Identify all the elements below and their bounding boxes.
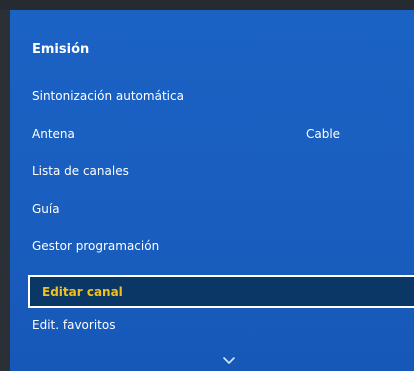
menu-item-edit-channel-label: Editar canal [42, 285, 123, 299]
chevron-down-icon-svg [223, 357, 235, 364]
chevron-down-icon[interactable] [222, 350, 236, 364]
tv-screen-background: Emisión Sintonización automática Antena … [0, 0, 414, 371]
panel-title: Emisión [32, 42, 90, 57]
antenna-value: Cable [306, 127, 341, 141]
menu-item-edit-channel[interactable]: Editar canal [28, 275, 414, 308]
menu-item-channel-list[interactable]: Lista de canales [32, 164, 129, 178]
menu-item-antenna[interactable]: Antena [32, 127, 75, 141]
broadcast-settings-panel: Emisión Sintonización automática Antena … [10, 10, 414, 371]
menu-item-edit-favorites[interactable]: Edit. favoritos [32, 318, 115, 332]
menu-item-schedule-manager[interactable]: Gestor programación [32, 239, 159, 253]
menu-item-auto-tuning[interactable]: Sintonización automática [32, 89, 184, 103]
menu-item-guide[interactable]: Guía [32, 202, 60, 216]
